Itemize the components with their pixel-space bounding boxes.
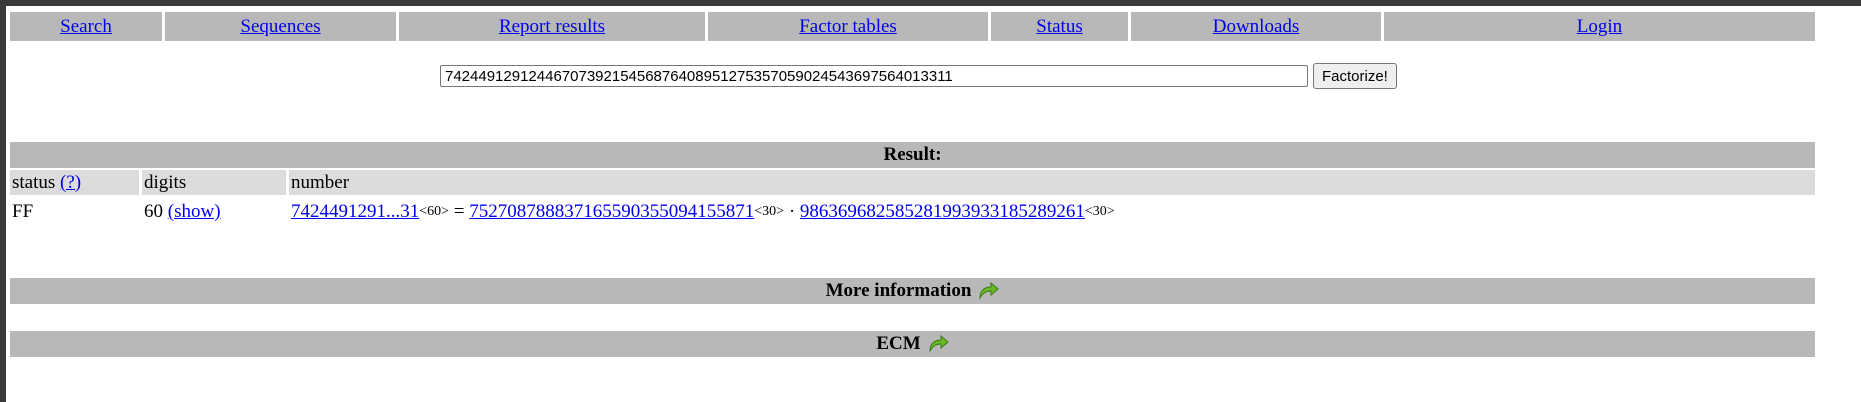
factor1-link[interactable]: 752708788837165590355094155871 [469,201,754,223]
nav-link-status[interactable]: Status [1036,16,1082,38]
number-column-header: number [289,170,1815,195]
factor1-digit-count: <30> [754,204,785,219]
nav-search: Search [10,12,162,41]
nav-factor-tables: Factor tables [708,12,988,41]
factor2-link[interactable]: 986369682585281993933185289261 [800,201,1085,223]
digits-value: 60 [144,201,163,222]
more-information-section[interactable]: More information [10,278,1815,304]
digits-cell: 60 (show) [142,198,286,226]
nav-link-downloads[interactable]: Downloads [1213,16,1300,38]
result-row: FF 60 (show) 7424491291...31 <60> = 75270… [10,198,1815,226]
status-help-link[interactable]: (?) [60,172,81,194]
nav-link-report-results[interactable]: Report results [499,16,605,38]
nav-report-results: Report results [399,12,705,41]
multiply-dot: · [788,201,796,222]
show-digits-link[interactable]: (show) [168,201,221,223]
green-curved-arrow-icon [929,334,949,353]
equals-sign: = [453,201,465,222]
number-link[interactable]: 7424491291...31 [291,201,419,223]
green-curved-arrow-icon [979,281,1000,300]
nav-link-factor-tables[interactable]: Factor tables [799,16,897,38]
nav-login: Login [1384,12,1815,41]
number-digit-count: <60> [419,204,450,219]
number-cell: 7424491291...31 <60> = 752708788837165590… [289,198,1815,226]
result-column-headers: status (?) digits number [10,170,1815,195]
nav-sequences: Sequences [165,12,396,41]
status-column-header: status (?) [10,170,139,195]
nav-link-sequences[interactable]: Sequences [240,16,320,38]
factor2-digit-count: <30> [1084,204,1115,219]
nav-downloads: Downloads [1131,12,1381,41]
nav-status: Status [991,12,1128,41]
ecm-section[interactable]: ECM [10,331,1815,357]
nav-link-login[interactable]: Login [1577,16,1622,38]
status-cell: FF [12,201,34,222]
factorize-button[interactable]: Factorize! [1313,63,1397,89]
result-heading: Result: [10,142,1815,168]
more-information-label: More information [825,280,972,301]
top-nav: Search Sequences Report results Factor t… [10,12,1815,41]
number-input[interactable] [440,65,1308,87]
status-header-label: status [12,171,56,193]
nav-link-search[interactable]: Search [60,16,112,38]
ecm-label: ECM [876,333,921,354]
digits-column-header: digits [142,170,286,195]
factorize-form: Factorize! [440,63,1397,89]
